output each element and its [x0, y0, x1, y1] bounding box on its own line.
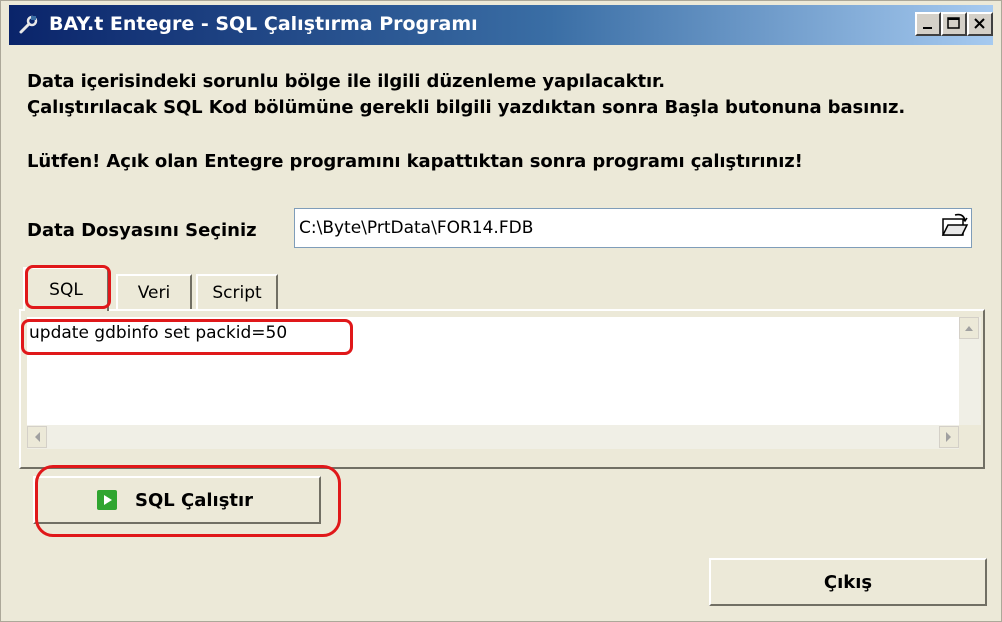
horizontal-scrollbar[interactable]	[27, 425, 959, 449]
scroll-right-button[interactable]	[939, 426, 959, 448]
scroll-up-button[interactable]	[959, 317, 979, 339]
app-window: BAY.t Entegre - SQL Çalıştırma Programı …	[0, 0, 1002, 622]
minimize-icon	[923, 27, 932, 29]
maximize-button[interactable]	[941, 12, 967, 36]
warning-message: Lütfen! Açık olan Entegre programını kap…	[27, 151, 803, 172]
vertical-scrollbar[interactable]	[959, 317, 981, 425]
run-sql-button[interactable]: SQL Çalıştır	[33, 476, 321, 524]
data-file-input[interactable]	[294, 208, 972, 248]
arrow-left-icon	[35, 432, 40, 442]
close-button[interactable]	[967, 12, 993, 36]
tab-sql[interactable]: SQL	[23, 267, 109, 311]
data-file-label: Data Dosyasını Seçiniz	[27, 220, 257, 241]
info-message-1: Data içerisindeki sorunlu bölge ile ilgi…	[27, 71, 665, 92]
info-message-2: Çalıştırılacak SQL Kod bölümüne gerekli …	[27, 97, 906, 118]
title-bar[interactable]: BAY.t Entegre - SQL Çalıştırma Programı	[9, 5, 993, 45]
run-sql-label: SQL Çalıştır	[135, 490, 254, 511]
maximize-icon	[947, 17, 960, 29]
play-icon	[97, 490, 117, 510]
tab-script[interactable]: Script	[196, 274, 278, 310]
open-folder-icon[interactable]	[939, 211, 969, 245]
exit-button[interactable]: Çıkış	[709, 558, 987, 606]
tab-veri[interactable]: Veri	[116, 274, 192, 310]
window-title: BAY.t Entegre - SQL Çalıştırma Programı	[49, 13, 478, 35]
scroll-left-button[interactable]	[27, 426, 47, 448]
wrench-icon	[19, 15, 38, 34]
close-icon	[974, 18, 985, 29]
minimize-button[interactable]	[915, 12, 941, 36]
scrollbar-corner	[959, 425, 981, 449]
arrow-right-icon	[946, 432, 951, 442]
arrow-up-icon	[965, 326, 973, 331]
sql-code-editor[interactable]: update gdbinfo set packid=50	[27, 317, 959, 425]
